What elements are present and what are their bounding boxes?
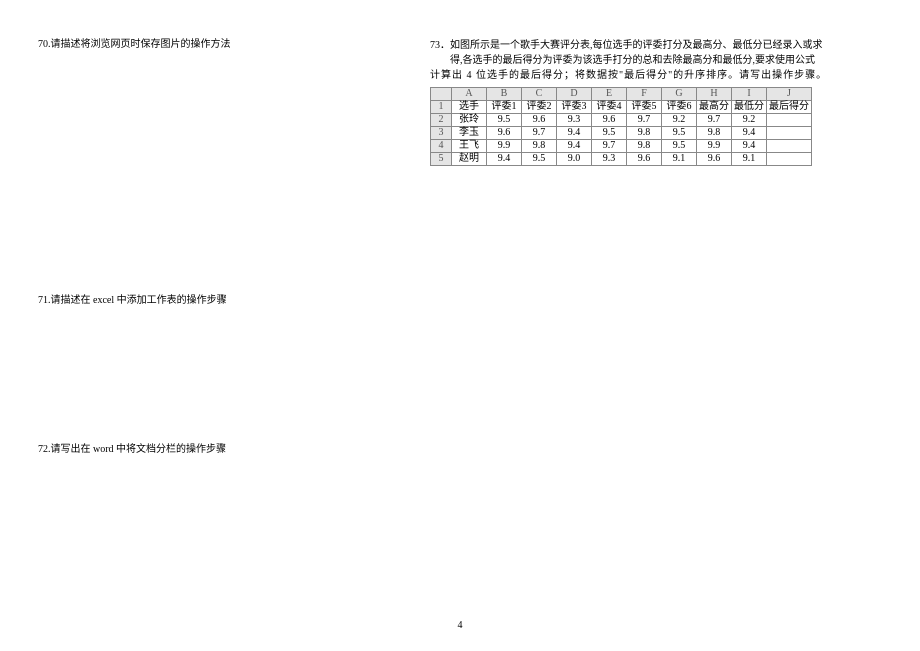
header-cell: 评委3 xyxy=(557,101,592,114)
score-cell: 9.8 xyxy=(697,127,732,140)
header-cell: 评委4 xyxy=(592,101,627,114)
table-row: 3 李玉 9.6 9.7 9.4 9.5 9.8 9.5 9.8 9.4 xyxy=(431,127,812,140)
name-cell: 李玉 xyxy=(452,127,487,140)
col-G: G xyxy=(662,88,697,101)
rownum-5: 5 xyxy=(431,153,452,166)
header-row: 1 选手 评委1 评委2 评委3 评委4 评委5 评委6 最高分 最低分 最后得… xyxy=(431,101,812,114)
rownum-1: 1 xyxy=(431,101,452,114)
score-cell: 9.2 xyxy=(662,114,697,127)
score-cell: 9.9 xyxy=(487,140,522,153)
header-cell: 最高分 xyxy=(697,101,732,114)
score-cell: 9.6 xyxy=(627,153,662,166)
score-cell: 9.4 xyxy=(487,153,522,166)
rownum-4: 4 xyxy=(431,140,452,153)
score-cell: 9.4 xyxy=(732,140,767,153)
col-A: A xyxy=(452,88,487,101)
col-letter-row: A B C D E F G H I J xyxy=(431,88,812,101)
score-cell: 9.5 xyxy=(487,114,522,127)
col-D: D xyxy=(557,88,592,101)
score-cell: 9.4 xyxy=(732,127,767,140)
q73-line2: 得,各选手的最后得分为评委为该选手打分的总和去除最高分和最低分,要求使用公式 xyxy=(430,53,905,68)
table-row: 5 赵明 9.4 9.5 9.0 9.3 9.6 9.1 9.6 9.1 xyxy=(431,153,812,166)
score-cell: 9.5 xyxy=(662,127,697,140)
score-cell: 9.9 xyxy=(697,140,732,153)
col-B: B xyxy=(487,88,522,101)
score-cell: 9.7 xyxy=(592,140,627,153)
score-cell: 9.5 xyxy=(522,153,557,166)
name-cell: 赵明 xyxy=(452,153,487,166)
header-cell: 最后得分 xyxy=(767,101,812,114)
score-cell: 9.1 xyxy=(662,153,697,166)
q73-line1: 73．如图所示是一个歌手大赛评分表,每位选手的评委打分及最高分、最低分已经录入或… xyxy=(430,38,905,53)
name-cell: 王飞 xyxy=(452,140,487,153)
score-cell: 9.4 xyxy=(557,140,592,153)
corner-cell xyxy=(431,88,452,101)
score-cell: 9.8 xyxy=(522,140,557,153)
header-cell: 评委6 xyxy=(662,101,697,114)
score-cell: 9.5 xyxy=(592,127,627,140)
col-E: E xyxy=(592,88,627,101)
name-cell: 张玲 xyxy=(452,114,487,127)
score-cell: 9.0 xyxy=(557,153,592,166)
question-72: 72.请写出在 word 中将文档分栏的操作步骤 xyxy=(38,443,418,457)
question-73: 73．如图所示是一个歌手大赛评分表,每位选手的评委打分及最高分、最低分已经录入或… xyxy=(430,38,905,83)
page-number: 4 xyxy=(0,620,920,631)
rownum-2: 2 xyxy=(431,114,452,127)
score-cell: 9.4 xyxy=(557,127,592,140)
score-cell: 9.6 xyxy=(487,127,522,140)
score-cell: 9.6 xyxy=(522,114,557,127)
col-C: C xyxy=(522,88,557,101)
question-70: 70.请描述将浏览网页时保存图片的操作方法 xyxy=(38,38,418,52)
header-cell: 选手 xyxy=(452,101,487,114)
table-row: 2 张玲 9.5 9.6 9.3 9.6 9.7 9.2 9.7 9.2 xyxy=(431,114,812,127)
table-row: 4 王飞 9.9 9.8 9.4 9.7 9.8 9.5 9.9 9.4 xyxy=(431,140,812,153)
score-cell: 9.5 xyxy=(662,140,697,153)
col-J: J xyxy=(767,88,812,101)
score-cell xyxy=(767,153,812,166)
score-cell xyxy=(767,140,812,153)
col-H: H xyxy=(697,88,732,101)
score-cell: 9.8 xyxy=(627,140,662,153)
score-cell: 9.7 xyxy=(697,114,732,127)
score-cell: 9.2 xyxy=(732,114,767,127)
score-cell: 9.3 xyxy=(592,153,627,166)
score-cell: 9.6 xyxy=(592,114,627,127)
question-71: 71.请描述在 excel 中添加工作表的操作步骤 xyxy=(38,294,418,308)
header-cell: 评委2 xyxy=(522,101,557,114)
header-cell: 评委5 xyxy=(627,101,662,114)
score-cell xyxy=(767,127,812,140)
col-I: I xyxy=(732,88,767,101)
score-cell: 9.7 xyxy=(627,114,662,127)
score-cell: 9.1 xyxy=(732,153,767,166)
header-cell: 评委1 xyxy=(487,101,522,114)
score-cell: 9.7 xyxy=(522,127,557,140)
col-F: F xyxy=(627,88,662,101)
rownum-3: 3 xyxy=(431,127,452,140)
score-cell: 9.3 xyxy=(557,114,592,127)
score-cell: 9.6 xyxy=(697,153,732,166)
score-cell xyxy=(767,114,812,127)
score-cell: 9.8 xyxy=(627,127,662,140)
q73-line3: 计算出 4 位选手的最后得分；将数据按"最后得分"的升序排序。请写出操作步骤。 xyxy=(430,68,905,83)
header-cell: 最低分 xyxy=(732,101,767,114)
score-table: A B C D E F G H I J 1 选手 评委1 评委2 评委3 评委4… xyxy=(430,87,812,166)
